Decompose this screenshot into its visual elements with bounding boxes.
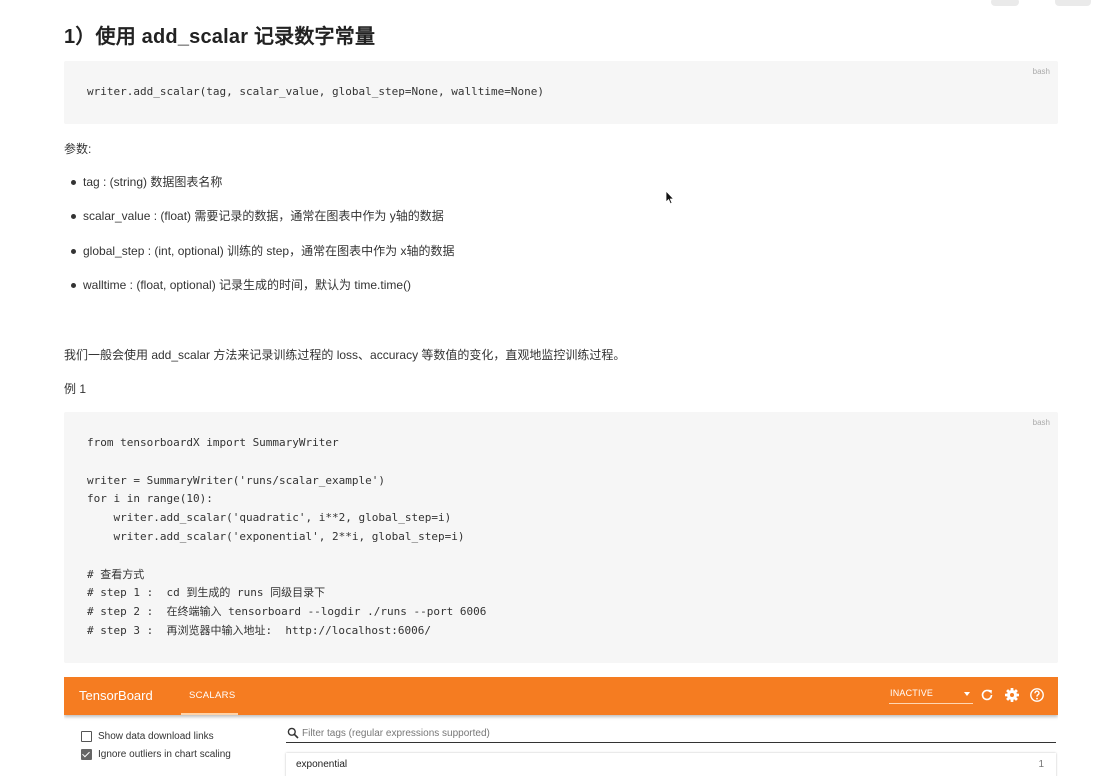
tag-group-count: 1	[1038, 759, 1044, 770]
tag-filter	[286, 726, 1056, 743]
param-item: scalar_value : (float) 需要记录的数据，通常在图表中作为 …	[64, 208, 454, 242]
param-list: tag : (string) 数据图表名称 scalar_value : (fl…	[64, 174, 454, 311]
search-icon	[287, 727, 299, 739]
code-language-label: bash	[1032, 418, 1050, 427]
tensorboard-toolbar: TensorBoard SCALARS INACTIVE	[64, 677, 1058, 715]
code-line: writer.add_scalar('quadratic', i**2, glo…	[87, 511, 452, 525]
code-content: writer.add_scalar(tag, scalar_value, glo…	[64, 61, 1058, 102]
checkbox-box[interactable]	[81, 748, 92, 760]
param-item: tag : (string) 数据图表名称	[64, 174, 454, 208]
code-line: from tensorboardX import SummaryWriter	[87, 436, 339, 449]
status-select-value: INACTIVE	[890, 688, 934, 698]
tag-group-card[interactable]: exponential 1	[286, 753, 1056, 776]
code-line: # step 3 : 再浏览器中输入地址: http://localhost:6…	[87, 623, 432, 637]
checkbox-label: Ignore outliers in chart scaling	[98, 748, 231, 760]
checkbox-ignore-outliers[interactable]: Ignore outliers in chart scaling	[81, 747, 231, 761]
tensorboard-panel: TensorBoard SCALARS INACTIVE Show data d…	[64, 677, 1058, 776]
section-heading: 1）使用 add_scalar 记录数字常量	[64, 26, 376, 48]
code-line: writer = SummaryWriter('runs/scalar_exam…	[87, 473, 386, 487]
settings-icon[interactable]	[1004, 687, 1020, 703]
code-line: writer.add_scalar(tag, scalar_value, glo…	[87, 85, 544, 98]
code-line: # 查看方式	[87, 567, 145, 581]
code-block-signature: bash writer.add_scalar(tag, scalar_value…	[64, 61, 1058, 124]
tensorboard-brand: TensorBoard	[79, 688, 153, 703]
tag-filter-input[interactable]	[302, 726, 1042, 740]
code-block-example: bash from tensorboardX import SummaryWri…	[64, 412, 1058, 663]
refresh-icon[interactable]	[979, 687, 995, 703]
code-line: # step 1 : cd 到生成的 runs 同级目录下	[87, 586, 326, 600]
status-select[interactable]: INACTIVE	[889, 685, 973, 704]
help-icon[interactable]	[1029, 687, 1045, 703]
mouse-cursor-icon	[665, 190, 675, 205]
params-label: 参数:	[64, 142, 92, 156]
description-paragraph: 我们一般会使用 add_scalar 方法来记录训练过程的 loss、accur…	[64, 348, 626, 362]
checkbox-box[interactable]	[81, 730, 92, 742]
param-item: walltime : (float, optional) 记录生成的时间，默认为…	[64, 277, 454, 311]
tab-scalars[interactable]: SCALARS	[181, 677, 238, 715]
example-label: 例 1	[64, 382, 87, 396]
page-top-edge-decoration	[969, 0, 1099, 10]
param-item: global_step : (int, optional) 训练的 step，通…	[64, 243, 454, 277]
caret-down-icon	[964, 692, 970, 696]
code-line: writer.add_scalar('exponential', 2**i, g…	[87, 529, 465, 543]
code-line: # step 2 : 在终端输入 tensorboard --logdir ./…	[87, 605, 487, 619]
checkbox-label: Show data download links	[98, 730, 214, 742]
code-language-label: bash	[1032, 67, 1050, 76]
code-content: from tensorboardX import SummaryWriter w…	[64, 412, 1058, 641]
code-line: for i in range(10):	[87, 492, 213, 506]
tensorboard-sidebar: Show data download links Ignore outliers…	[64, 715, 284, 776]
tag-group-name: exponential	[296, 759, 348, 770]
tab-scalars-label: SCALARS	[189, 690, 236, 701]
checkbox-show-download-links[interactable]: Show data download links	[81, 729, 214, 743]
